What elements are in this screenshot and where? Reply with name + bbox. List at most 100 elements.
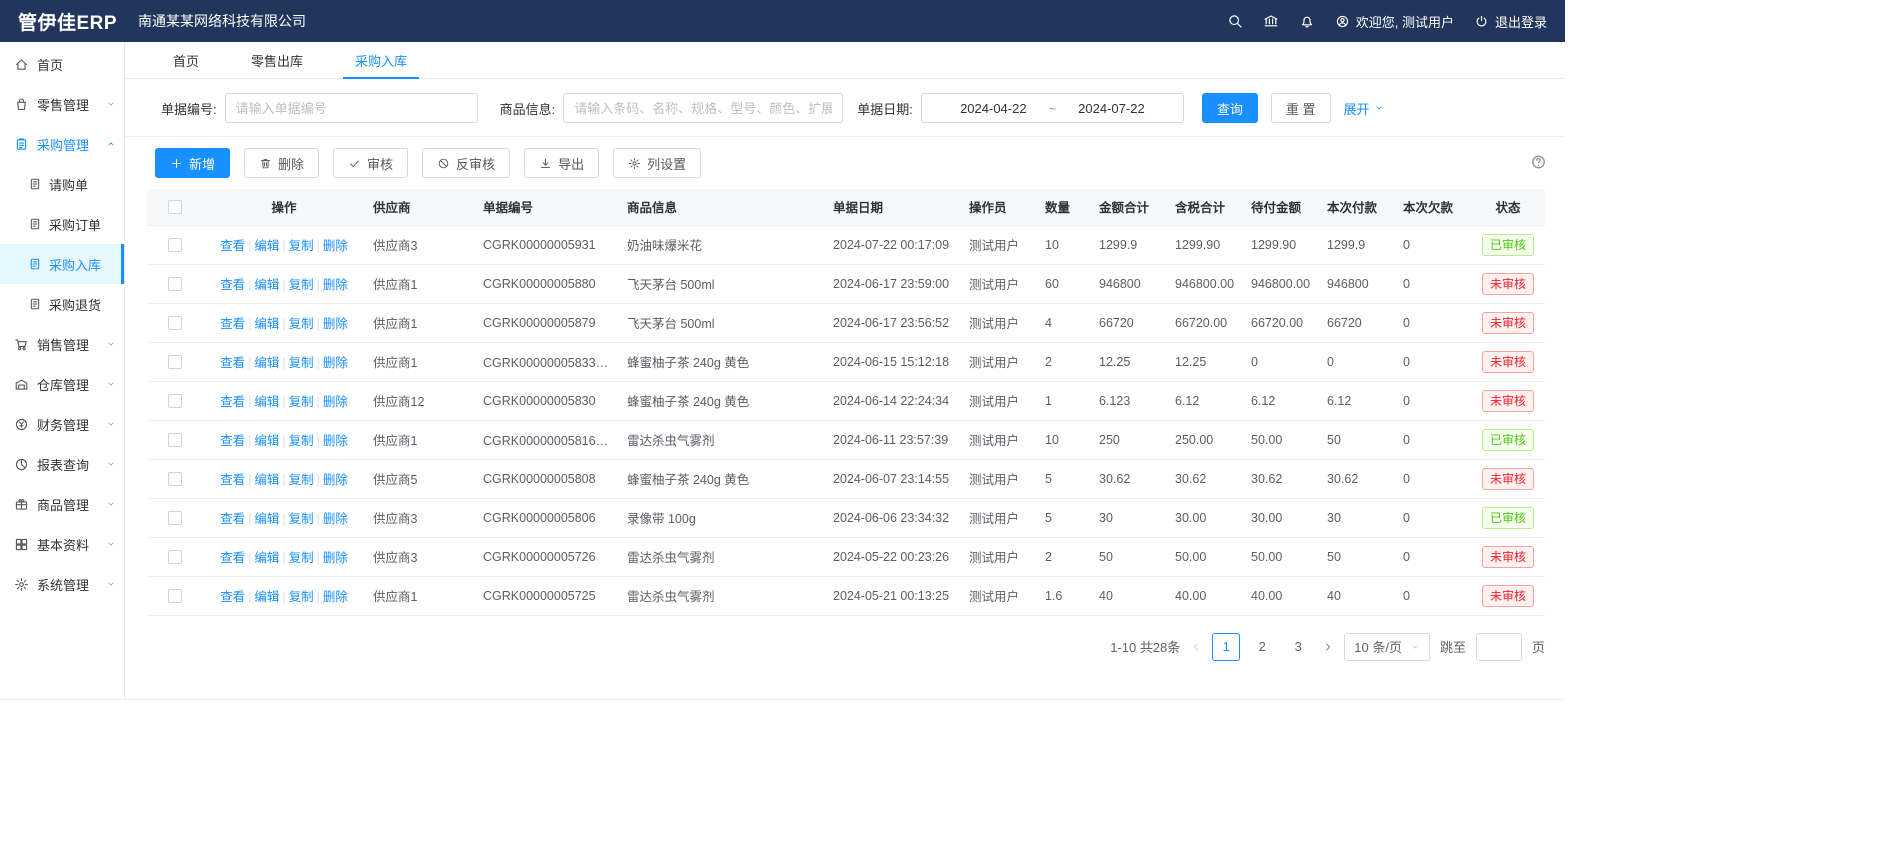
copy-link[interactable]: 复制 bbox=[289, 356, 314, 370]
delete-link[interactable]: 删除 bbox=[323, 590, 348, 604]
sidebar-item-purchase[interactable]: 采购管理 bbox=[0, 124, 124, 164]
tab-home[interactable]: 首页 bbox=[147, 42, 225, 78]
date-end-value[interactable]: 2024-07-22 bbox=[1078, 101, 1145, 116]
view-link[interactable]: 查看 bbox=[220, 551, 245, 565]
sidebar-item-purchase-order[interactable]: 采购订单 bbox=[0, 204, 124, 244]
delete-link[interactable]: 删除 bbox=[323, 317, 348, 331]
view-link[interactable]: 查看 bbox=[220, 356, 245, 370]
columns-button[interactable]: 列设置 bbox=[613, 148, 701, 178]
copy-link[interactable]: 复制 bbox=[289, 239, 314, 253]
bell-icon[interactable] bbox=[1299, 13, 1315, 29]
date-range-picker[interactable]: 2024-04-22 ~ 2024-07-22 bbox=[921, 93, 1184, 123]
jump-page-input[interactable] bbox=[1476, 633, 1522, 661]
sidebar-item-base-data[interactable]: 基本资料 bbox=[0, 524, 124, 564]
copy-link[interactable]: 复制 bbox=[289, 473, 314, 487]
edit-link[interactable]: 编辑 bbox=[254, 434, 279, 448]
expand-link[interactable]: 展开 bbox=[1344, 99, 1384, 118]
column-header: 商品信息 bbox=[619, 189, 825, 225]
copy-link[interactable]: 复制 bbox=[289, 317, 314, 331]
delete-link[interactable]: 删除 bbox=[323, 278, 348, 292]
reset-button[interactable]: 重 置 bbox=[1271, 93, 1331, 123]
unapprove-button[interactable]: 反审核 bbox=[422, 148, 510, 178]
prev-page-button[interactable] bbox=[1190, 641, 1202, 653]
page-button-1[interactable]: 1 bbox=[1212, 633, 1240, 661]
row-checkbox[interactable] bbox=[168, 394, 182, 408]
search-icon[interactable] bbox=[1227, 13, 1243, 29]
view-link[interactable]: 查看 bbox=[220, 434, 245, 448]
sidebar-item-system[interactable]: 系统管理 bbox=[0, 564, 124, 604]
delete-link[interactable]: 删除 bbox=[323, 512, 348, 526]
edit-link[interactable]: 编辑 bbox=[254, 395, 279, 409]
page-size-select[interactable]: 10 条/页 bbox=[1344, 633, 1430, 661]
bill-no-input[interactable] bbox=[225, 93, 478, 123]
view-link[interactable]: 查看 bbox=[220, 512, 245, 526]
delete-link[interactable]: 删除 bbox=[323, 434, 348, 448]
view-link[interactable]: 查看 bbox=[220, 278, 245, 292]
row-checkbox[interactable] bbox=[168, 433, 182, 447]
tab-purchase-inbound[interactable]: 采购入库 bbox=[329, 42, 433, 78]
sidebar-item-purchase-request[interactable]: 请购单 bbox=[0, 164, 124, 204]
product-info-input[interactable] bbox=[563, 93, 843, 123]
date-start-value[interactable]: 2024-04-22 bbox=[960, 101, 1027, 116]
delete-link[interactable]: 删除 bbox=[323, 395, 348, 409]
sidebar-item-warehouse[interactable]: 仓库管理 bbox=[0, 364, 124, 404]
sidebar-item-label: 基本资料 bbox=[37, 535, 89, 554]
view-link[interactable]: 查看 bbox=[220, 590, 245, 604]
sidebar-item-home[interactable]: 首页 bbox=[0, 44, 124, 84]
row-checkbox[interactable] bbox=[168, 277, 182, 291]
page-button-2[interactable]: 2 bbox=[1248, 633, 1276, 661]
welcome-user[interactable]: 欢迎您, 测试用户 bbox=[1335, 12, 1454, 31]
edit-link[interactable]: 编辑 bbox=[254, 356, 279, 370]
logout-button[interactable]: 退出登录 bbox=[1474, 12, 1547, 31]
sidebar-item-finance[interactable]: 财务管理 bbox=[0, 404, 124, 444]
edit-link[interactable]: 编辑 bbox=[254, 590, 279, 604]
export-button[interactable]: 导出 bbox=[524, 148, 599, 178]
view-link[interactable]: 查看 bbox=[220, 317, 245, 331]
sidebar-item-goods[interactable]: 商品管理 bbox=[0, 484, 124, 524]
row-checkbox[interactable] bbox=[168, 550, 182, 564]
copy-link[interactable]: 复制 bbox=[289, 590, 314, 604]
product-info-label: 商品信息: bbox=[500, 99, 556, 118]
view-link[interactable]: 查看 bbox=[220, 239, 245, 253]
delete-link[interactable]: 删除 bbox=[323, 356, 348, 370]
cell-payable: 50.00 bbox=[1243, 537, 1319, 576]
next-page-button[interactable] bbox=[1322, 641, 1334, 653]
sidebar-item-report[interactable]: 报表查询 bbox=[0, 444, 124, 484]
row-checkbox[interactable] bbox=[168, 472, 182, 486]
copy-link[interactable]: 复制 bbox=[289, 395, 314, 409]
edit-link[interactable]: 编辑 bbox=[254, 551, 279, 565]
edit-link[interactable]: 编辑 bbox=[254, 278, 279, 292]
tab-retail-outbound[interactable]: 零售出库 bbox=[225, 42, 329, 78]
delete-link[interactable]: 删除 bbox=[323, 473, 348, 487]
row-checkbox[interactable] bbox=[168, 511, 182, 525]
bank-icon[interactable] bbox=[1263, 13, 1279, 29]
row-checkbox[interactable] bbox=[168, 238, 182, 252]
view-link[interactable]: 查看 bbox=[220, 473, 245, 487]
sidebar-item-purchase-return[interactable]: 采购退货 bbox=[0, 284, 124, 324]
delete-link[interactable]: 删除 bbox=[323, 551, 348, 565]
app-header: 管伊佳ERP 南通某某网络科技有限公司 欢迎您, 测试用户 退出登录 bbox=[0, 0, 1565, 42]
row-checkbox[interactable] bbox=[168, 355, 182, 369]
sidebar-item-purchase-inbound[interactable]: 采购入库 bbox=[0, 244, 124, 284]
view-link[interactable]: 查看 bbox=[220, 395, 245, 409]
copy-link[interactable]: 复制 bbox=[289, 512, 314, 526]
copy-link[interactable]: 复制 bbox=[289, 278, 314, 292]
row-checkbox[interactable] bbox=[168, 589, 182, 603]
page-button-3[interactable]: 3 bbox=[1284, 633, 1312, 661]
edit-link[interactable]: 编辑 bbox=[254, 473, 279, 487]
search-button[interactable]: 查询 bbox=[1202, 93, 1258, 123]
sidebar-item-retail[interactable]: 零售管理 bbox=[0, 84, 124, 124]
add-button[interactable]: 新增 bbox=[155, 148, 230, 178]
delete-link[interactable]: 删除 bbox=[323, 239, 348, 253]
row-checkbox[interactable] bbox=[168, 316, 182, 330]
delete-button[interactable]: 删除 bbox=[244, 148, 319, 178]
help-icon[interactable] bbox=[1530, 154, 1547, 171]
copy-link[interactable]: 复制 bbox=[289, 551, 314, 565]
edit-link[interactable]: 编辑 bbox=[254, 239, 279, 253]
sidebar-item-sales[interactable]: 销售管理 bbox=[0, 324, 124, 364]
edit-link[interactable]: 编辑 bbox=[254, 317, 279, 331]
approve-button[interactable]: 审核 bbox=[333, 148, 408, 178]
select-all-checkbox[interactable] bbox=[168, 200, 182, 214]
edit-link[interactable]: 编辑 bbox=[254, 512, 279, 526]
copy-link[interactable]: 复制 bbox=[289, 434, 314, 448]
